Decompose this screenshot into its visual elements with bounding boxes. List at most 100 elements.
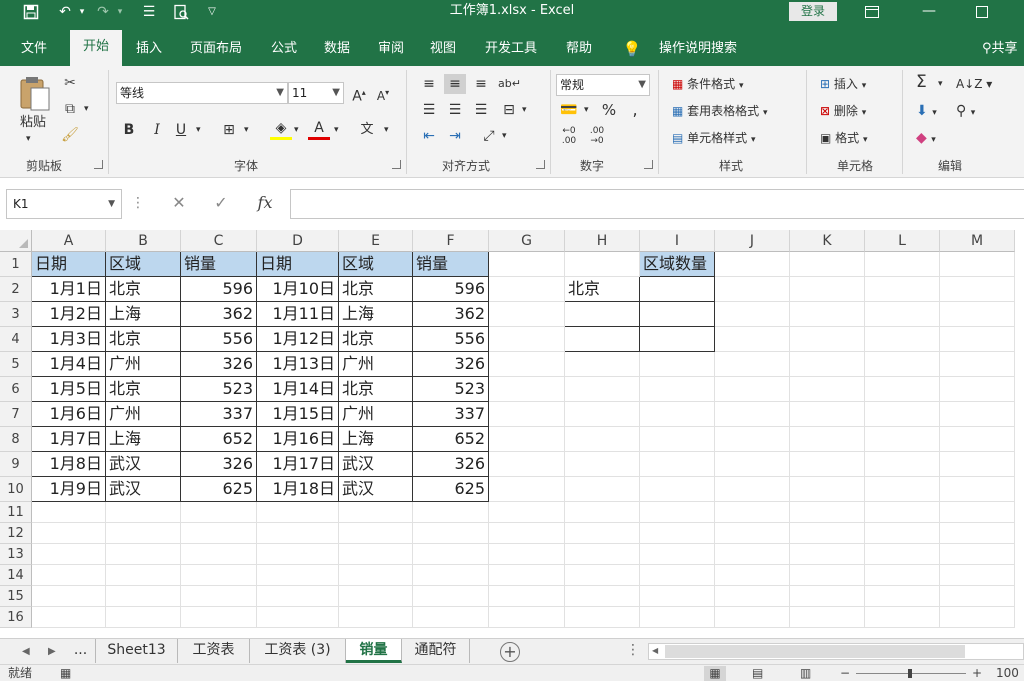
font-size-combo[interactable]: 11 ▼ xyxy=(288,82,344,104)
sheet-tab[interactable]: 通配符 xyxy=(402,639,470,663)
clipboard-launcher-icon[interactable] xyxy=(94,160,103,169)
share-button[interactable]: ⚲共享 xyxy=(982,36,1024,66)
cell[interactable] xyxy=(339,607,413,628)
table-cell[interactable]: 326 xyxy=(181,452,257,477)
cell[interactable] xyxy=(339,523,413,544)
cell[interactable] xyxy=(865,565,940,586)
cell[interactable] xyxy=(790,502,865,523)
cell[interactable] xyxy=(257,586,339,607)
add-sheet-icon[interactable]: + xyxy=(500,642,520,662)
table-cell[interactable]: 596 xyxy=(181,277,257,302)
cell[interactable] xyxy=(865,277,940,302)
column-header[interactable]: B xyxy=(106,230,181,252)
cell[interactable] xyxy=(865,523,940,544)
fill-color-dropdown-icon[interactable]: ▾ xyxy=(294,121,299,139)
align-center-icon[interactable]: ☰ xyxy=(444,100,466,120)
cell[interactable] xyxy=(489,302,565,327)
cell[interactable] xyxy=(790,252,865,277)
orientation-icon[interactable]: ⤢ xyxy=(478,126,500,146)
row-header[interactable]: 7 xyxy=(0,402,32,427)
cell[interactable] xyxy=(565,402,640,427)
cell[interactable] xyxy=(32,523,106,544)
decrease-indent-icon[interactable]: ⇤ xyxy=(418,126,440,146)
insert-function-icon[interactable]: fx xyxy=(250,189,280,219)
find-select-icon[interactable]: ⚲ ▾ xyxy=(956,102,975,122)
cell[interactable] xyxy=(940,523,1015,544)
cell[interactable] xyxy=(865,352,940,377)
select-all-button[interactable] xyxy=(0,230,32,252)
cell[interactable] xyxy=(489,402,565,427)
row-header[interactable]: 14 xyxy=(0,565,32,586)
cell[interactable] xyxy=(640,607,715,628)
cell-styles-button[interactable]: ▤ 单元格样式 ▾ xyxy=(672,129,756,149)
cell[interactable] xyxy=(940,544,1015,565)
column-header[interactable]: L xyxy=(865,230,940,252)
number-launcher-icon[interactable] xyxy=(644,160,653,169)
zoom-level[interactable]: 100 xyxy=(996,666,1019,681)
fill-icon[interactable]: ⬇ ▾ xyxy=(916,102,937,122)
table-cell[interactable]: 武汉 xyxy=(106,477,181,502)
side-table-count-cell[interactable] xyxy=(640,302,715,327)
table-header-cell[interactable]: 区域 xyxy=(339,252,413,277)
cell[interactable] xyxy=(715,377,790,402)
cell[interactable] xyxy=(257,565,339,586)
next-sheet-icon[interactable]: ▶ xyxy=(48,643,56,661)
increase-indent-icon[interactable]: ⇥ xyxy=(444,126,466,146)
cell[interactable] xyxy=(489,277,565,302)
cell[interactable] xyxy=(940,252,1015,277)
table-cell[interactable]: 556 xyxy=(413,327,489,352)
table-cell[interactable]: 1月12日 xyxy=(257,327,339,352)
cell[interactable] xyxy=(32,565,106,586)
cell[interactable] xyxy=(339,565,413,586)
cell[interactable] xyxy=(181,565,257,586)
wrap-text-icon[interactable]: ab↵ xyxy=(498,74,521,94)
column-header[interactable]: C xyxy=(181,230,257,252)
cell[interactable] xyxy=(940,477,1015,502)
formula-input[interactable] xyxy=(290,189,1024,219)
login-button[interactable]: 登录 xyxy=(789,2,837,21)
table-cell[interactable]: 武汉 xyxy=(339,477,413,502)
cell[interactable] xyxy=(413,544,489,565)
cell[interactable] xyxy=(640,544,715,565)
row-header[interactable]: 8 xyxy=(0,427,32,452)
cell[interactable] xyxy=(489,427,565,452)
sheet-tab[interactable]: Sheet13 xyxy=(96,639,178,663)
row-header[interactable]: 1 xyxy=(0,252,32,277)
tab-insert[interactable]: 插入 xyxy=(126,36,172,66)
cell[interactable] xyxy=(865,586,940,607)
table-cell[interactable]: 523 xyxy=(181,377,257,402)
table-cell[interactable]: 北京 xyxy=(106,277,181,302)
cell[interactable] xyxy=(181,523,257,544)
cell[interactable] xyxy=(565,607,640,628)
cell[interactable] xyxy=(565,352,640,377)
table-cell[interactable]: 1月13日 xyxy=(257,352,339,377)
font-launcher-icon[interactable] xyxy=(392,160,401,169)
cell[interactable] xyxy=(640,452,715,477)
cell[interactable] xyxy=(790,377,865,402)
table-cell[interactable]: 上海 xyxy=(106,302,181,327)
tab-view[interactable]: 视图 xyxy=(420,36,466,66)
table-cell[interactable]: 北京 xyxy=(106,327,181,352)
table-cell[interactable]: 326 xyxy=(413,452,489,477)
cell[interactable] xyxy=(790,565,865,586)
side-table-count-cell[interactable] xyxy=(640,277,715,302)
cell[interactable] xyxy=(565,502,640,523)
grow-font-button[interactable]: A▴ xyxy=(348,83,370,105)
table-header-cell[interactable]: 日期 xyxy=(257,252,339,277)
table-cell[interactable]: 1月11日 xyxy=(257,302,339,327)
cell[interactable] xyxy=(715,352,790,377)
cell[interactable] xyxy=(640,586,715,607)
cell[interactable] xyxy=(106,607,181,628)
cell[interactable] xyxy=(565,427,640,452)
table-cell[interactable]: 362 xyxy=(413,302,489,327)
cell[interactable] xyxy=(181,607,257,628)
cell[interactable] xyxy=(940,277,1015,302)
format-cells-button[interactable]: ▣ 格式 ▾ xyxy=(820,129,868,149)
table-cell[interactable]: 1月1日 xyxy=(32,277,106,302)
sheet-tab[interactable]: 工资表 xyxy=(178,639,250,663)
cell[interactable] xyxy=(715,523,790,544)
cell[interactable] xyxy=(865,502,940,523)
cell[interactable] xyxy=(413,565,489,586)
cell[interactable] xyxy=(865,302,940,327)
autosum-dropdown-icon[interactable]: ▾ xyxy=(938,75,943,93)
